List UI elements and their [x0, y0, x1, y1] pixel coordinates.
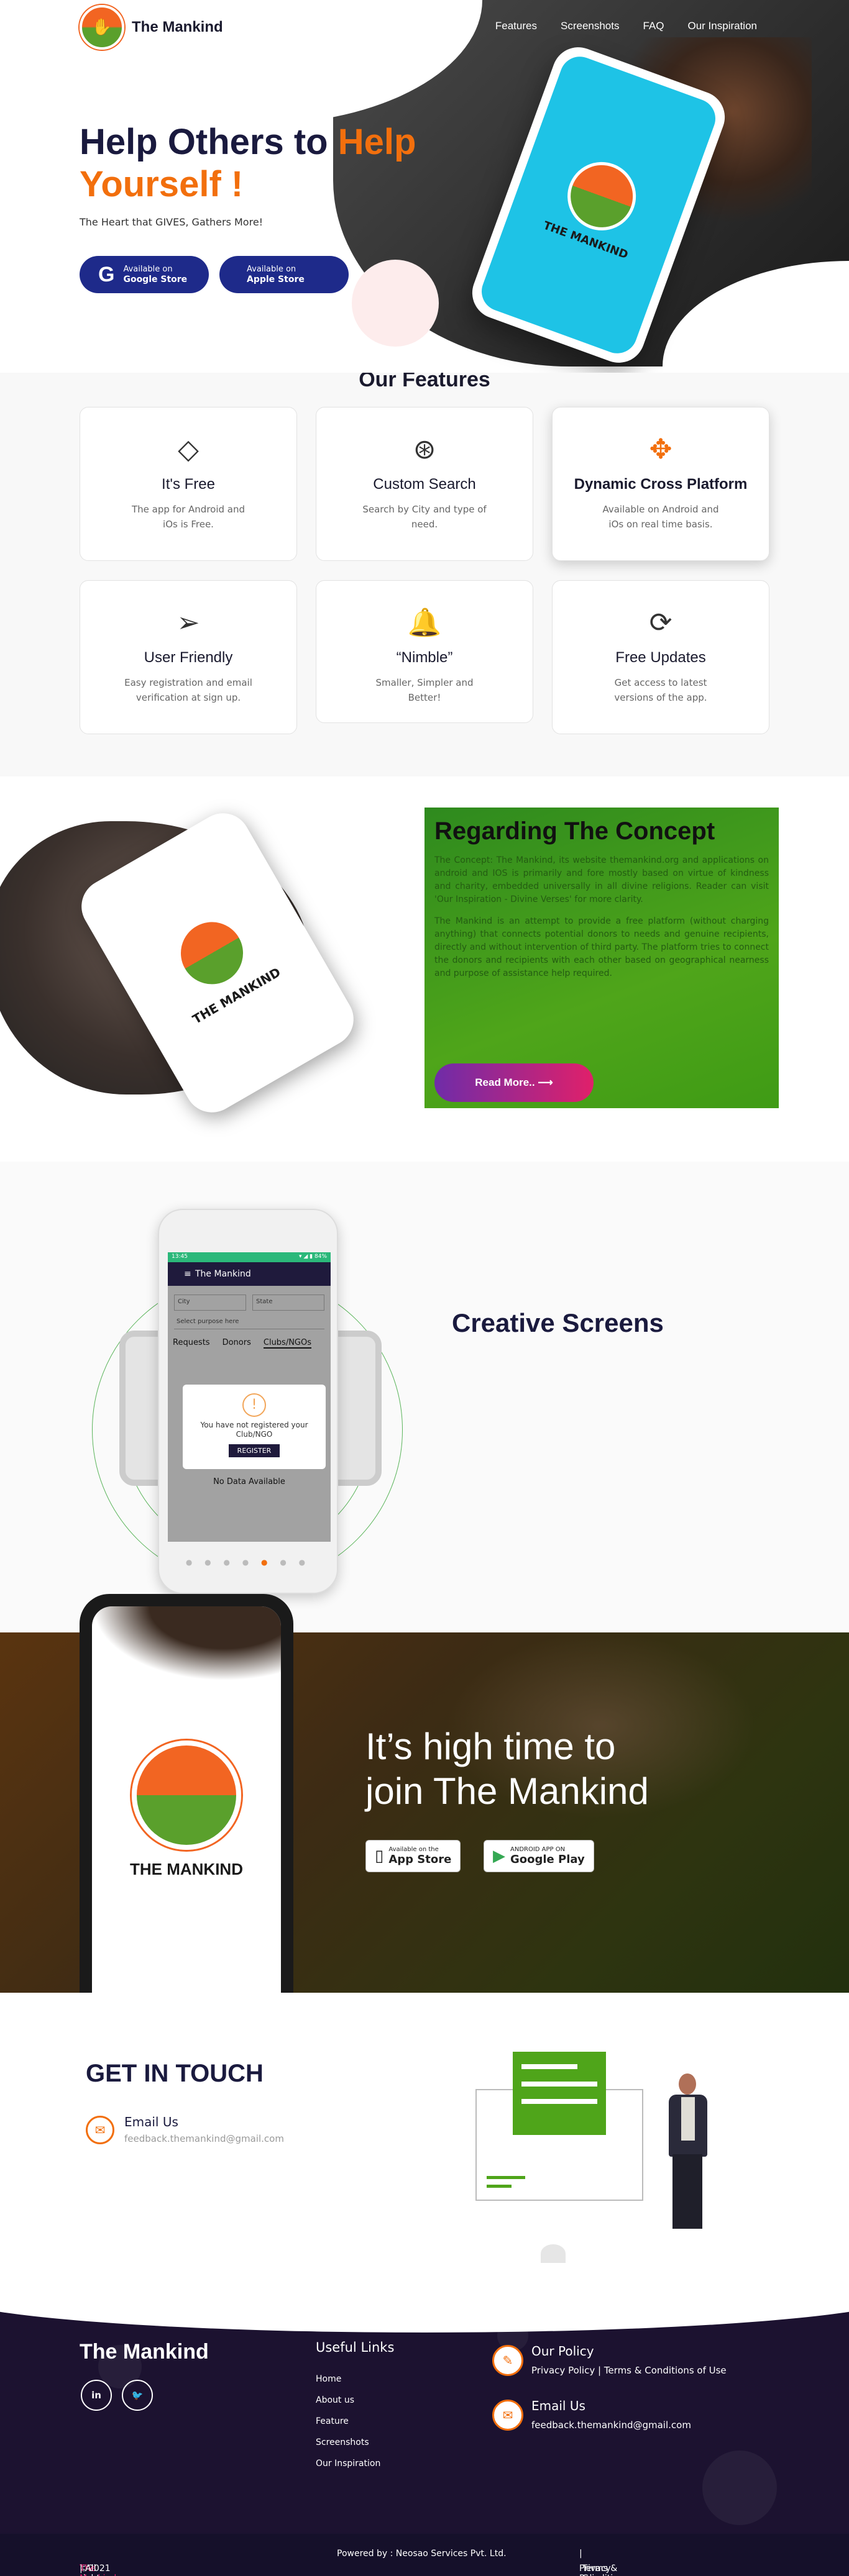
plant-illustration: [541, 2244, 566, 2263]
footer-email-title: Email Us: [531, 2398, 585, 2413]
concept-paragraph-2: The Mankind is an attempt to provide a f…: [434, 916, 769, 978]
phone-logo-icon: [558, 152, 646, 240]
footer-email-link[interactable]: feedback.themankind@gmail.com: [531, 2419, 691, 2431]
warning-icon: !: [242, 1393, 266, 1417]
useful-links: Home About us Feature Screenshots Our In…: [316, 2369, 380, 2474]
join-title: It’s high time to join The Mankind: [365, 1726, 649, 1812]
envelope-icon: ✉: [492, 2400, 523, 2431]
tab-requests[interactable]: Requests: [173, 1338, 210, 1349]
app-screen: 13:45 ▾ ◢ ▮ 84% ≡ The Mankind City State …: [168, 1252, 331, 1542]
hero-title: Help Others to Help Yourself !: [80, 122, 416, 204]
nav-screenshots[interactable]: Screenshots: [561, 20, 620, 32]
feature-card-nimble: 🔔 “Nimble” Smaller, Simpler and Better!: [316, 580, 533, 723]
bottom-terms-link[interactable]: Terms & Conditions of Use: [582, 2564, 628, 2576]
useful-links-title: Useful Links: [316, 2340, 395, 2355]
screenshot-phone: 13:45 ▾ ◢ ▮ 84% ≡ The Mankind City State …: [158, 1209, 338, 1594]
carousel-dots[interactable]: ● ● ● ● ● ● ●: [159, 1558, 337, 1567]
feature-card-free: ◇ It's Free The app for Android and iOs …: [80, 407, 297, 561]
footer-link-about[interactable]: About us: [316, 2390, 380, 2411]
nav-about-us[interactable]: About Us: [428, 20, 472, 32]
refresh-icon: ⟳: [649, 607, 672, 639]
footer: The Mankind in 🐦 Useful Links Home About…: [0, 2295, 849, 2576]
privacy-policy-link[interactable]: Privacy Policy: [531, 2365, 595, 2376]
footer-link-screenshots[interactable]: Screenshots: [316, 2432, 380, 2453]
apple-store-button[interactable]: Available on Apple Store: [219, 256, 349, 293]
twitter-icon[interactable]: 🐦: [122, 2380, 153, 2411]
register-modal: ! You have not registered your Club/NGO …: [183, 1385, 326, 1469]
register-button[interactable]: REGISTER: [228, 1444, 280, 1457]
hero-subtitle: The Heart that GIVES, Gathers More!: [80, 216, 264, 228]
concept-paragraph-1: The Concept: The Mankind, its website th…: [434, 855, 769, 904]
join-section: THE MANKIND It’s high time to join The Ma…: [0, 1594, 849, 2026]
concept-title: Regarding The Concept: [434, 817, 715, 845]
lifebuoy-icon: ⊛: [413, 434, 436, 465]
envelope-icon: ✉: [86, 2116, 114, 2144]
envelope-illustration: [475, 2052, 643, 2201]
footer-link-inspiration[interactable]: Our Inspiration: [316, 2453, 380, 2474]
google-play-badge[interactable]: ▶ ANDROID APP ON Google Play: [484, 1840, 594, 1872]
feature-card-cross-platform: ✥ Dynamic Cross Platform Available on An…: [552, 407, 769, 561]
feature-card-free-updates: ⟳ Free Updates Get access to latest vers…: [552, 580, 769, 734]
email-link[interactable]: feedback.themankind@gmail.com: [124, 2133, 284, 2144]
app-tabs: Requests Donors Clubs/NGOs: [168, 1332, 331, 1355]
footer-link-home[interactable]: Home: [316, 2369, 380, 2390]
tab-donors[interactable]: Donors: [223, 1338, 251, 1349]
person-illustration: [653, 2073, 721, 2241]
feature-card-custom-search: ⊛ Custom Search Search by City and type …: [316, 407, 533, 561]
nav-our-inspiration[interactable]: Our Inspiration: [688, 20, 758, 32]
app-bar: ≡ The Mankind: [168, 1262, 331, 1286]
logo-icon: ✋: [80, 5, 124, 50]
screens-section: 13:45 ▾ ◢ ▮ 84% ≡ The Mankind City State …: [0, 1162, 849, 1632]
app-store-badge[interactable]: ▯ Available on the App Store: [365, 1840, 461, 1872]
nav-home[interactable]: Home: [377, 20, 405, 32]
linkedin-icon[interactable]: in: [81, 2380, 112, 2411]
features-heading: Our Features: [359, 373, 490, 391]
tab-clubs-ngos[interactable]: Clubs/NGOs: [263, 1338, 312, 1349]
feature-card-user-friendly: ➢ User Friendly Easy registration and em…: [80, 580, 297, 734]
diamond-icon: ◇: [178, 434, 199, 465]
phone-icon: ▯: [375, 1847, 384, 1865]
play-icon: ▶: [493, 1847, 505, 1865]
no-data-text: No Data Available: [213, 1477, 285, 1486]
hero-section: ✋ The Mankind Home About Us Features Scr…: [0, 0, 849, 373]
policy-icon: ✎: [492, 2345, 523, 2376]
footer-link-feature[interactable]: Feature: [316, 2411, 380, 2432]
read-more-button[interactable]: Read More.. ⟶: [434, 1063, 594, 1102]
bell-icon: 🔔: [407, 607, 442, 639]
contact-title: GET IN TOUCH: [86, 2060, 264, 2087]
join-phone-image: THE MANKIND: [80, 1594, 293, 2026]
concept-box: Regarding The Concept The Concept: The M…: [424, 808, 779, 1108]
top-navigation: ✋ The Mankind Home About Us Features Scr…: [0, 0, 849, 56]
google-icon: G: [98, 262, 115, 286]
screens-title: Creative Screens: [452, 1308, 664, 1337]
footer-brand: The Mankind: [80, 2340, 209, 2364]
paper-plane-icon: ➢: [177, 607, 200, 639]
brand[interactable]: ✋ The Mankind: [80, 5, 223, 50]
arrows-cross-icon: ✥: [649, 434, 672, 465]
city-field[interactable]: City: [174, 1295, 246, 1311]
menu-icon[interactable]: ≡: [184, 1262, 191, 1286]
nav-faq[interactable]: FAQ: [643, 20, 664, 32]
policy-title: Our Policy: [531, 2344, 594, 2359]
concept-section: THE MANKIND Regarding The Concept The Co…: [0, 776, 849, 1162]
decorative-circle: [352, 260, 439, 347]
phone-logo-icon: [132, 1741, 241, 1850]
nav-features[interactable]: Features: [495, 20, 537, 32]
powered-by: Powered by : Neosao Services Pvt. Ltd.: [337, 2549, 507, 2559]
purpose-select[interactable]: Select purpose here: [174, 1316, 324, 1329]
contact-section: GET IN TOUCH ✉ Email Us feedback.themank…: [0, 1993, 849, 2295]
brand-name: The Mankind: [132, 19, 223, 35]
footer-bottom-bar: ©2021 - The Mankind | All right reserved…: [0, 2534, 849, 2576]
terms-link[interactable]: Terms & Conditions of Use: [604, 2365, 727, 2376]
main-menu: Home About Us Features Screenshots FAQ O…: [377, 20, 757, 32]
state-field[interactable]: State: [252, 1295, 324, 1311]
email-label: Email Us: [124, 2114, 178, 2129]
features-section: Our Features ◇ It's Free The app for And…: [0, 373, 849, 776]
google-store-button[interactable]: G Available on Google Store: [80, 256, 209, 293]
